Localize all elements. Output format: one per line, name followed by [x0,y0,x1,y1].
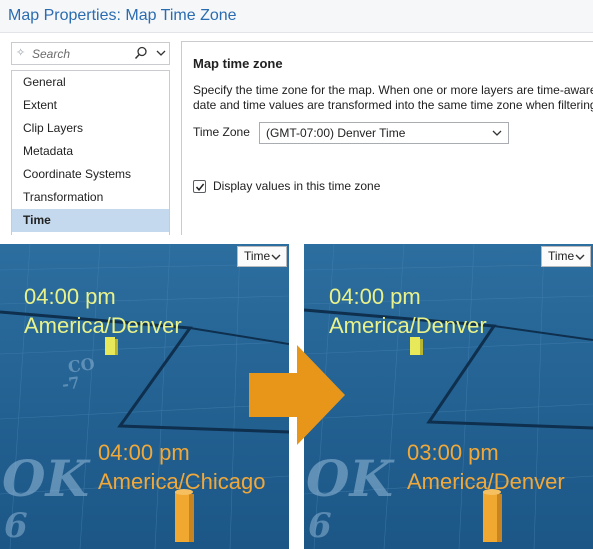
display-time-zone-checkbox[interactable] [193,180,206,193]
chevron-down-icon [492,130,502,136]
bottom-feature-zone: America/Chicago [98,469,266,494]
panel-description: Specify the time zone for the map. When … [193,83,593,113]
panel-heading: Map time zone [193,56,283,71]
time-button-label: Time [548,249,575,263]
search-box[interactable]: ✧ [11,42,170,65]
properties-nav-list: General Extent Clip Layers Metadata Coor… [11,70,170,235]
nav-item-general[interactable]: General [12,71,169,94]
top-feature-zone: America/Denver [329,313,487,338]
state-label-ok: OK [306,449,394,508]
checkbox-label: Display values in this time zone [213,179,381,193]
chevron-down-icon[interactable] [155,47,167,59]
time-zone-value: (GMT-07:00) Denver Time [266,126,406,140]
time-slider-toggle[interactable]: Time [541,246,591,267]
dialog-title-bar: Map Properties: Map Time Zone [0,0,593,33]
chevron-down-icon [575,254,585,260]
map-view-before[interactable]: Time 04:00 pm America/Denver 04:00 pm Am… [0,244,289,549]
time-zone-label: Time Zone [193,125,250,139]
description-line-1: Specify the time zone for the map. When … [193,83,593,97]
search-input[interactable] [32,45,132,63]
top-feature-time: 04:00 pm [329,284,421,309]
search-icon[interactable] [134,46,148,60]
map-view-after[interactable]: Time 04:00 pm America/Denver 03:00 pm Am… [304,244,593,549]
state-label-ok: OK [2,449,90,508]
nav-item-metadata[interactable]: Metadata [12,140,169,163]
top-feature-time: 04:00 pm [24,284,116,309]
time-settings-panel: Map time zone Specify the time zone for … [181,41,593,235]
map-properties-dialog: Map Properties: Map Time Zone ✧ General … [0,0,593,235]
bottom-feature-time: 04:00 pm [98,440,190,465]
nav-item-clip-layers[interactable]: Clip Layers [12,117,169,140]
dialog-title: Map Properties: Map Time Zone [8,7,237,24]
nav-item-transformation[interactable]: Transformation [12,186,169,209]
top-feature-zone: America/Denver [24,313,182,338]
nav-item-coordinate-systems[interactable]: Coordinate Systems [12,163,169,186]
nav-item-extent[interactable]: Extent [12,94,169,117]
right-arrow-icon [249,345,345,445]
time-button-label: Time [244,249,271,263]
state-number-ok: 6 [308,506,332,546]
bottom-feature-zone: America/Denver [407,469,565,494]
bottom-feature-time: 03:00 pm [407,440,499,465]
description-line-2: date and time values are transformed int… [193,98,593,112]
state-number-co: -7 [60,372,82,395]
chevron-down-icon [271,254,281,260]
nav-item-time[interactable]: Time [12,209,169,232]
checkmark-icon [195,183,205,191]
time-slider-toggle[interactable]: Time [237,246,287,267]
state-number-ok: 6 [4,506,28,546]
sparkle-icon: ✧ [16,47,26,59]
time-zone-dropdown[interactable]: (GMT-07:00) Denver Time [259,122,509,144]
